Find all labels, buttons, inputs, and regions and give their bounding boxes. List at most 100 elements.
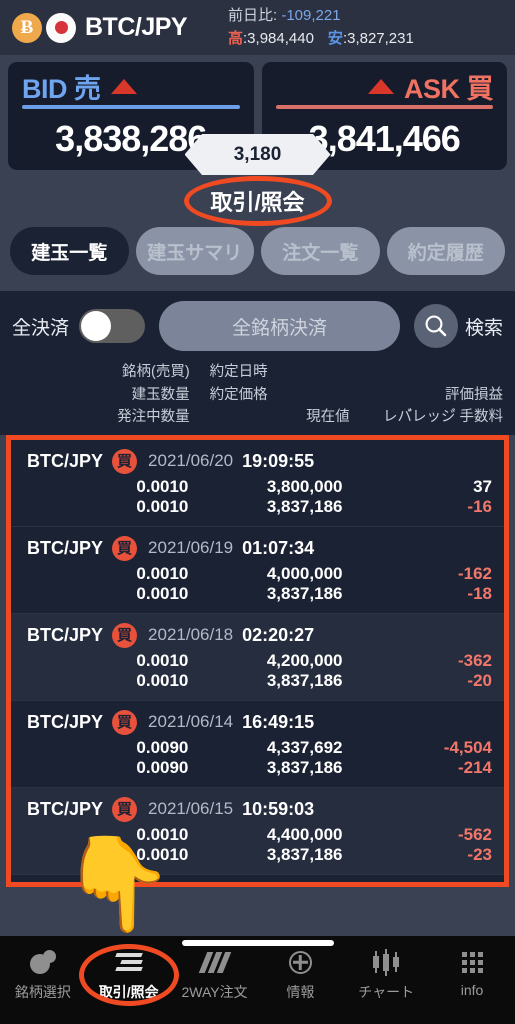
nav-item-chart[interactable]: チャート — [343, 948, 429, 1002]
row-valuation-pl: -562 — [457, 824, 492, 844]
row-symbol: BTC/JPY — [27, 711, 104, 732]
header-leverage-fee: レバ゙レッジ゙ 手数料 — [382, 409, 503, 426]
row-current-price: 3,837,186 — [266, 670, 343, 690]
row-pending-qty: 0.0010 — [136, 583, 189, 603]
row-position-qty: 0.0010 — [136, 650, 189, 670]
japan-flag-icon — [46, 12, 76, 43]
row-time: 01:07:34 — [242, 537, 315, 558]
row-line-pending-current-fee: 0.0010 3,837,186 -23 — [27, 845, 492, 865]
header-exec-price: 約定価格 — [209, 386, 268, 403]
row-exec-price: 3,800,000 — [266, 476, 343, 496]
table-row[interactable]: BTC/JPY 買 2021/06/19 01:07:34 0.0010 4,0… — [11, 526, 504, 614]
side-badge-buy: 買 — [112, 709, 138, 735]
column-headers: 銘柄(売買) 約定日時 建玉数量 約定価格 評価損益 発注中数量 現在値 レバ゙… — [0, 359, 515, 435]
home-indicator — [181, 940, 334, 946]
row-line-pending-current-fee: 0.0090 3,837,186 -214 — [27, 758, 492, 778]
app-header: Ƀ BTC/JPY 前日比: -109,221 高:3,984,440 安:3,… — [0, 0, 515, 55]
row-date: 2021/06/20 — [148, 451, 234, 471]
settle-all-symbols-button[interactable]: 全銘柄決済 — [159, 301, 400, 351]
all-settle-toggle[interactable] — [79, 309, 146, 343]
page-title: 取引/照会 — [210, 190, 305, 215]
column-header-row: 発注中数量 現在値 レバ゙レッジ゙ 手数料 — [12, 406, 503, 429]
search-button[interactable]: 検索 — [413, 304, 503, 348]
row-line-qty-price-pl: 0.0010 4,000,000 -162 — [27, 564, 492, 584]
row-position-qty: 0.0010 — [136, 563, 189, 583]
table-row[interactable]: BTC/JPY 買 2021/06/14 16:49:15 0.0090 4,3… — [11, 700, 504, 788]
tab-orders-list[interactable]: 注文一覧 — [261, 227, 380, 275]
tab-positions-list[interactable]: 建玉一覧 — [10, 227, 129, 275]
row-fee: -20 — [467, 670, 492, 690]
row-exec-price: 4,337,692 — [266, 737, 343, 757]
pair-name: BTC/JPY — [85, 13, 188, 41]
row-time: 10:59:03 — [242, 798, 315, 819]
row-exec-price: 4,000,000 — [266, 563, 343, 583]
row-position-qty: 0.0010 — [136, 824, 189, 844]
row-fee: -23 — [467, 844, 492, 864]
row-valuation-pl: -162 — [457, 563, 492, 583]
bottom-navigation-bar: 銘柄選択 取引/照会 2WAY注文 情報 チャート info — [0, 936, 515, 1024]
tab-bar: 建玉一覧 建玉サマリ 注文一覧 約定履歴 — [0, 223, 515, 291]
circles-icon — [29, 948, 56, 976]
nav-item-trade-inquiry[interactable]: 取引/照会 — [78, 944, 179, 1006]
table-row[interactable]: BTC/JPY 買 2021/06/20 19:09:55 0.0010 3,8… — [11, 439, 504, 527]
tab-label: 約定履歴 — [407, 242, 484, 264]
row-pending-qty: 0.0090 — [136, 757, 189, 777]
nav-label: info — [460, 982, 484, 998]
row-current-price: 3,837,186 — [266, 844, 343, 864]
positions-list: BTC/JPY 買 2021/06/20 19:09:55 0.0010 3,8… — [6, 434, 509, 887]
tab-label: 建玉サマリ — [147, 242, 243, 264]
row-line-qty-price-pl: 0.0010 3,800,000 37 — [27, 477, 492, 497]
row-date: 2021/06/14 — [148, 712, 234, 732]
row-current-price: 3,837,186 — [266, 496, 343, 516]
all-settle-label: 全決済 — [12, 317, 70, 339]
nav-item-2way-order[interactable]: 2WAY注文 — [172, 948, 258, 1002]
row-pending-qty: 0.0010 — [136, 844, 189, 864]
low-value: :3,827,231 — [342, 29, 414, 47]
row-position-qty: 0.0010 — [136, 476, 189, 496]
up-arrow-icon — [110, 79, 137, 94]
row-current-price: 3,837,186 — [266, 757, 343, 777]
grid-icon — [461, 948, 483, 976]
row-line-qty-price-pl: 0.0010 4,200,000 -362 — [27, 651, 492, 671]
row-fee: -16 — [467, 496, 492, 516]
row-line-pending-current-fee: 0.0010 3,837,186 -16 — [27, 497, 492, 517]
row-date: 2021/06/15 — [148, 799, 234, 819]
tab-execution-history[interactable]: 約定履歴 — [386, 227, 505, 275]
ask-label: ASK 買 — [403, 74, 494, 104]
row-time: 16:49:15 — [242, 711, 315, 732]
bitcoin-icon: Ƀ — [12, 12, 42, 43]
nav-item-symbol-select[interactable]: 銘柄選択 — [0, 948, 86, 1002]
side-badge-buy: 買 — [112, 622, 138, 648]
header-stats: 前日比: -109,221 高:3,984,440 安:3,827,231 — [228, 5, 414, 51]
lines-icon — [114, 948, 143, 976]
bid-label: BID 売 — [22, 74, 101, 104]
row-current-price: 3,837,186 — [266, 583, 343, 603]
nav-label: 銘柄選択 — [14, 984, 71, 1000]
high-low-row: 高:3,984,440 安:3,827,231 — [228, 28, 414, 51]
header-current-price: 現在値 — [306, 409, 350, 426]
row-symbol: BTC/JPY — [27, 537, 104, 558]
nav-item-information[interactable]: 情報 — [257, 948, 343, 1002]
column-header-row: 銘柄(売買) 約定日時 — [12, 361, 503, 384]
row-line-pending-current-fee: 0.0010 3,837,186 -18 — [27, 584, 492, 604]
nav-label: 取引/照会 — [98, 984, 159, 1000]
nav-label: 2WAY注文 — [181, 984, 248, 1000]
header-position-qty: 建玉数量 — [131, 386, 190, 403]
low-label: 安 — [327, 29, 343, 47]
daily-change-row: 前日比: -109,221 — [228, 5, 414, 28]
daily-change-label: 前日比: — [228, 7, 278, 24]
nav-item-info[interactable]: info — [429, 948, 515, 998]
row-exec-price: 4,400,000 — [266, 824, 343, 844]
tab-positions-summary[interactable]: 建玉サマリ — [135, 227, 254, 275]
pair-logos: Ƀ — [12, 12, 76, 43]
row-line-pending-current-fee: 0.0010 3,837,186 -20 — [27, 671, 492, 691]
row-fee: -18 — [467, 583, 492, 603]
row-pending-qty: 0.0010 — [136, 670, 189, 690]
tab-label: 注文一覧 — [282, 242, 359, 264]
table-row[interactable]: BTC/JPY 買 2021/06/15 10:59:03 0.0010 4,4… — [11, 787, 504, 875]
table-row[interactable]: BTC/JPY 買 2021/06/18 02:20:27 0.0010 4,2… — [11, 613, 504, 701]
header-valuation-pl: 評価損益 — [445, 386, 503, 403]
row-symbol: BTC/JPY — [27, 798, 104, 819]
row-date: 2021/06/19 — [148, 538, 234, 558]
header-exec-datetime: 約定日時 — [209, 364, 268, 380]
